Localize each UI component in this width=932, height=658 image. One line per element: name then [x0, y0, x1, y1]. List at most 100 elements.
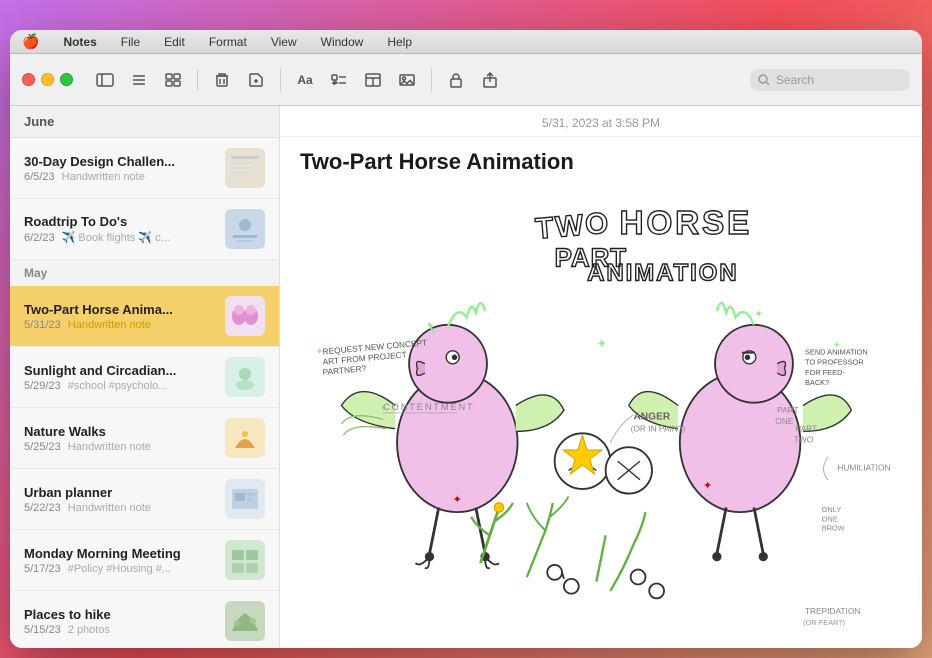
format-text-button[interactable]: Aa — [291, 66, 319, 94]
note-preview-3: Handwritten note — [68, 319, 151, 331]
note-text-6: Urban planner 5/22/23 Handwritten note — [24, 485, 215, 514]
editor-timestamp: 5/31, 2023 at 3:58 PM — [280, 106, 922, 137]
note-text-4: Sunlight and Circadian... 5/29/23 #schoo… — [24, 363, 215, 392]
note-meta-7: 5/17/23 #Policy #Housing #... — [24, 563, 215, 575]
toolbar: Aa — [10, 54, 922, 106]
note-text-5: Nature Walks 5/25/23 Handwritten note — [24, 424, 215, 453]
note-thumb-8 — [225, 601, 265, 641]
apple-menu[interactable]: 🍎 — [22, 33, 39, 50]
search-box[interactable] — [750, 69, 910, 91]
note-item-3[interactable]: Two-Part Horse Anima... 5/31/23 Handwrit… — [10, 286, 279, 347]
maximize-button[interactable] — [60, 73, 73, 86]
gallery-view-button[interactable] — [159, 66, 187, 94]
sidebar-section-may: May — [10, 260, 279, 286]
note-preview-5: Handwritten note — [68, 441, 151, 453]
note-item-2[interactable]: Roadtrip To Do's 6/2/23 ✈️ Book flights … — [10, 199, 279, 260]
note-thumb-6 — [225, 479, 265, 519]
svg-text:(OR FEAR?): (OR FEAR?) — [803, 618, 845, 627]
note-preview-2: ✈️ Book flights ✈️ c... — [62, 232, 170, 244]
svg-text:ONE: ONE — [775, 416, 793, 426]
close-button[interactable] — [22, 73, 35, 86]
search-input[interactable] — [776, 73, 896, 87]
sidebar: June 30-Day Design Challen... 6/5/23 Han… — [10, 106, 280, 648]
svg-text:ONE: ONE — [822, 514, 838, 523]
menu-file[interactable]: File — [117, 33, 144, 51]
note-title-1: 30-Day Design Challen... — [24, 154, 215, 169]
svg-text:CONTENTMENT: CONTENTMENT — [383, 402, 474, 412]
note-date-2: 6/2/23 — [24, 232, 55, 244]
checklist-button[interactable] — [325, 66, 353, 94]
note-text-3: Two-Part Horse Anima... 5/31/23 Handwrit… — [24, 302, 215, 331]
delete-note-button[interactable] — [208, 66, 236, 94]
note-preview-1: Handwritten note — [62, 171, 145, 183]
note-item-6[interactable]: Urban planner 5/22/23 Handwritten note — [10, 469, 279, 530]
sketch-area: TWO PART HORSE ANIMATION — [300, 183, 902, 628]
sidebar-section-june: June — [10, 106, 279, 138]
svg-text:HORSE: HORSE — [620, 205, 753, 242]
menu-window[interactable]: Window — [317, 33, 368, 51]
menu-view[interactable]: View — [267, 33, 301, 51]
note-text-1: 30-Day Design Challen... 6/5/23 Handwrit… — [24, 154, 215, 183]
note-item-7[interactable]: Monday Morning Meeting 5/17/23 #Policy #… — [10, 530, 279, 591]
note-date-6: 5/22/23 — [24, 502, 61, 514]
note-date-4: 5/29/23 — [24, 380, 61, 392]
menu-notes[interactable]: Notes — [59, 33, 100, 51]
share-button[interactable] — [476, 66, 504, 94]
editor-title[interactable]: Two-Part Horse Animation — [280, 137, 922, 183]
note-item-1[interactable]: 30-Day Design Challen... 6/5/23 Handwrit… — [10, 138, 279, 199]
note-title-2: Roadtrip To Do's — [24, 214, 215, 229]
svg-text:PART: PART — [796, 423, 817, 433]
toolbar-separator-3 — [431, 69, 432, 91]
sidebar-toggle-button[interactable] — [91, 66, 119, 94]
svg-text:✦: ✦ — [833, 340, 841, 350]
note-preview-4: #school #psycholo... — [68, 380, 168, 392]
svg-text:ANGER: ANGER — [633, 411, 670, 422]
note-meta-3: 5/31/23 Handwritten note — [24, 319, 215, 331]
menu-edit[interactable]: Edit — [160, 33, 189, 51]
media-button[interactable] — [393, 66, 421, 94]
svg-text:HUMILIATION: HUMILIATION — [837, 462, 890, 472]
menu-format[interactable]: Format — [205, 33, 251, 51]
svg-text:BACK?: BACK? — [805, 378, 829, 387]
note-meta-6: 5/22/23 Handwritten note — [24, 502, 215, 514]
note-date-7: 5/17/23 — [24, 563, 61, 575]
note-date-8: 5/15/23 — [24, 624, 61, 636]
svg-text:TREPIDATION: TREPIDATION — [805, 606, 860, 616]
svg-text:TO PROFESSOR: TO PROFESSOR — [805, 358, 864, 367]
lock-button[interactable] — [442, 66, 470, 94]
note-date-1: 6/5/23 — [24, 171, 55, 183]
toolbar-separator-1 — [197, 69, 198, 91]
list-view-button[interactable] — [125, 66, 153, 94]
svg-text:✦: ✦ — [596, 336, 607, 351]
note-text-2: Roadtrip To Do's 6/2/23 ✈️ Book flights … — [24, 214, 215, 244]
note-thumb-4 — [225, 357, 265, 397]
note-item-5[interactable]: Nature Walks 5/25/23 Handwritten note — [10, 408, 279, 469]
svg-text:TWO: TWO — [534, 206, 611, 245]
minimize-button[interactable] — [41, 73, 54, 86]
note-text-7: Monday Morning Meeting 5/17/23 #Policy #… — [24, 546, 215, 575]
svg-text:ONLY: ONLY — [822, 505, 842, 514]
note-thumb-7 — [225, 540, 265, 580]
note-title-4: Sunlight and Circadian... — [24, 363, 215, 378]
table-button[interactable] — [359, 66, 387, 94]
editor-content[interactable]: TWO PART HORSE ANIMATION — [280, 183, 922, 648]
note-thumb-1 — [225, 148, 265, 188]
mac-window: 🍎 Notes File Edit Format View Window Hel… — [10, 30, 922, 648]
new-note-button[interactable] — [242, 66, 270, 94]
note-preview-7: #Policy #Housing #... — [68, 563, 171, 575]
svg-text:PART: PART — [777, 405, 798, 415]
note-date-3: 5/31/23 — [24, 319, 61, 331]
svg-text:✦: ✦ — [315, 347, 323, 357]
note-item-4[interactable]: Sunlight and Circadian... 5/29/23 #schoo… — [10, 347, 279, 408]
note-editor: 5/31, 2023 at 3:58 PM Two-Part Horse Ani… — [280, 106, 922, 648]
menu-help[interactable]: Help — [383, 33, 416, 51]
note-date-5: 5/25/23 — [24, 441, 61, 453]
svg-text:ANIMATION: ANIMATION — [587, 259, 738, 286]
note-item-8[interactable]: Places to hike 5/15/23 2 photos — [10, 591, 279, 648]
toolbar-separator-2 — [280, 69, 281, 91]
note-title-7: Monday Morning Meeting — [24, 546, 215, 561]
svg-text:(OR IN PAIN?): (OR IN PAIN?) — [631, 423, 686, 433]
note-thumb-5 — [225, 418, 265, 458]
notes-list: 30-Day Design Challen... 6/5/23 Handwrit… — [10, 138, 279, 648]
svg-text:FOR FEED-: FOR FEED- — [805, 368, 845, 377]
